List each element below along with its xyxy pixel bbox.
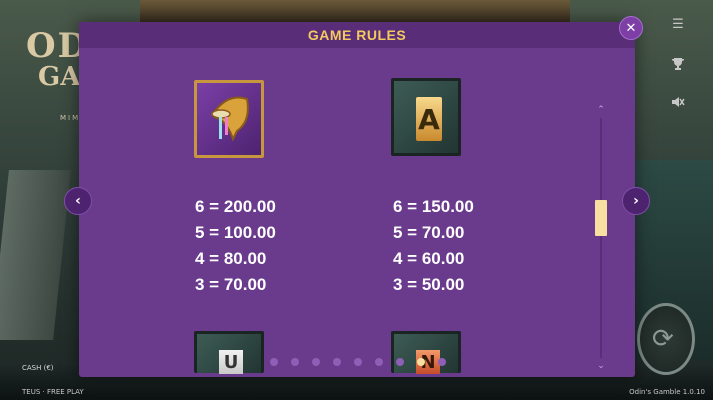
page-dot[interactable] xyxy=(291,358,299,366)
payout-row: 5 = 100.00 xyxy=(195,223,276,242)
next-page-button[interactable]: › xyxy=(622,187,650,215)
page-dot[interactable] xyxy=(333,358,341,366)
spin-icon: ⟳ xyxy=(652,324,674,354)
payout-row: 6 = 150.00 xyxy=(393,197,474,216)
stone-pillar xyxy=(0,170,71,340)
scroll-up-arrow[interactable]: ⌃ xyxy=(595,104,607,116)
prev-page-button[interactable]: ‹ xyxy=(64,187,92,215)
payout-row: 6 = 200.00 xyxy=(195,197,276,216)
symbol-horn xyxy=(194,80,264,158)
trophy-icon[interactable] xyxy=(668,54,688,74)
payout-row: 3 = 50.00 xyxy=(393,275,465,294)
scroll-thumb[interactable] xyxy=(595,199,607,236)
paytable-horn: 6 = 200.00 5 = 100.00 4 = 80.00 3 = 70.0… xyxy=(195,194,276,298)
horn-icon xyxy=(211,96,249,142)
payout-row: 3 = 70.00 xyxy=(195,275,267,294)
modal-title: GAME RULES xyxy=(307,27,407,43)
paytable-content: A 6 = 200.00 5 = 100.00 4 = 80.00 3 = 70… xyxy=(79,48,619,374)
payout-row: 4 = 60.00 xyxy=(393,249,465,268)
game-rules-modal: GAME RULES A 6 = 200.00 5 = 100.00 4 = 8… xyxy=(79,22,635,377)
rune-white-icon: U xyxy=(219,350,243,374)
modal-header: GAME RULES xyxy=(79,22,635,48)
page-dot[interactable] xyxy=(438,358,446,366)
menu-icon[interactable]: ☰ xyxy=(668,14,688,34)
page-indicator xyxy=(270,358,446,366)
free-play-label: TEUS · FREE PLAY xyxy=(22,388,84,396)
scrollbar[interactable]: ⌃ ⌄ xyxy=(595,104,607,372)
cash-label: CASH (€) xyxy=(22,364,54,372)
symbol-rune-red: N xyxy=(391,331,461,374)
page-dot[interactable] xyxy=(417,358,425,366)
scroll-rail[interactable] xyxy=(600,118,602,358)
scroll-down-arrow[interactable]: ⌄ xyxy=(595,360,607,372)
reel-frame-top xyxy=(140,0,570,24)
page-dot[interactable] xyxy=(354,358,362,366)
page-dot[interactable] xyxy=(312,358,320,366)
spin-button[interactable]: ⟳ xyxy=(637,303,695,375)
version-label: Odin's Gamble 1.0.10 xyxy=(629,388,705,396)
symbol-rune-white: U xyxy=(194,331,264,374)
payout-row: 4 = 80.00 xyxy=(195,249,267,268)
symbol-rune-a: A xyxy=(391,78,461,156)
payout-row: 5 = 70.00 xyxy=(393,223,465,242)
paytable-rune-a: 6 = 150.00 5 = 70.00 4 = 60.00 3 = 50.00 xyxy=(393,194,474,298)
page-dot[interactable] xyxy=(396,358,404,366)
page-dot[interactable] xyxy=(270,358,278,366)
page-dot[interactable] xyxy=(375,358,383,366)
close-button[interactable]: ✕ xyxy=(619,16,643,40)
mute-icon[interactable] xyxy=(668,92,688,112)
rune-a-icon: A xyxy=(416,97,442,141)
